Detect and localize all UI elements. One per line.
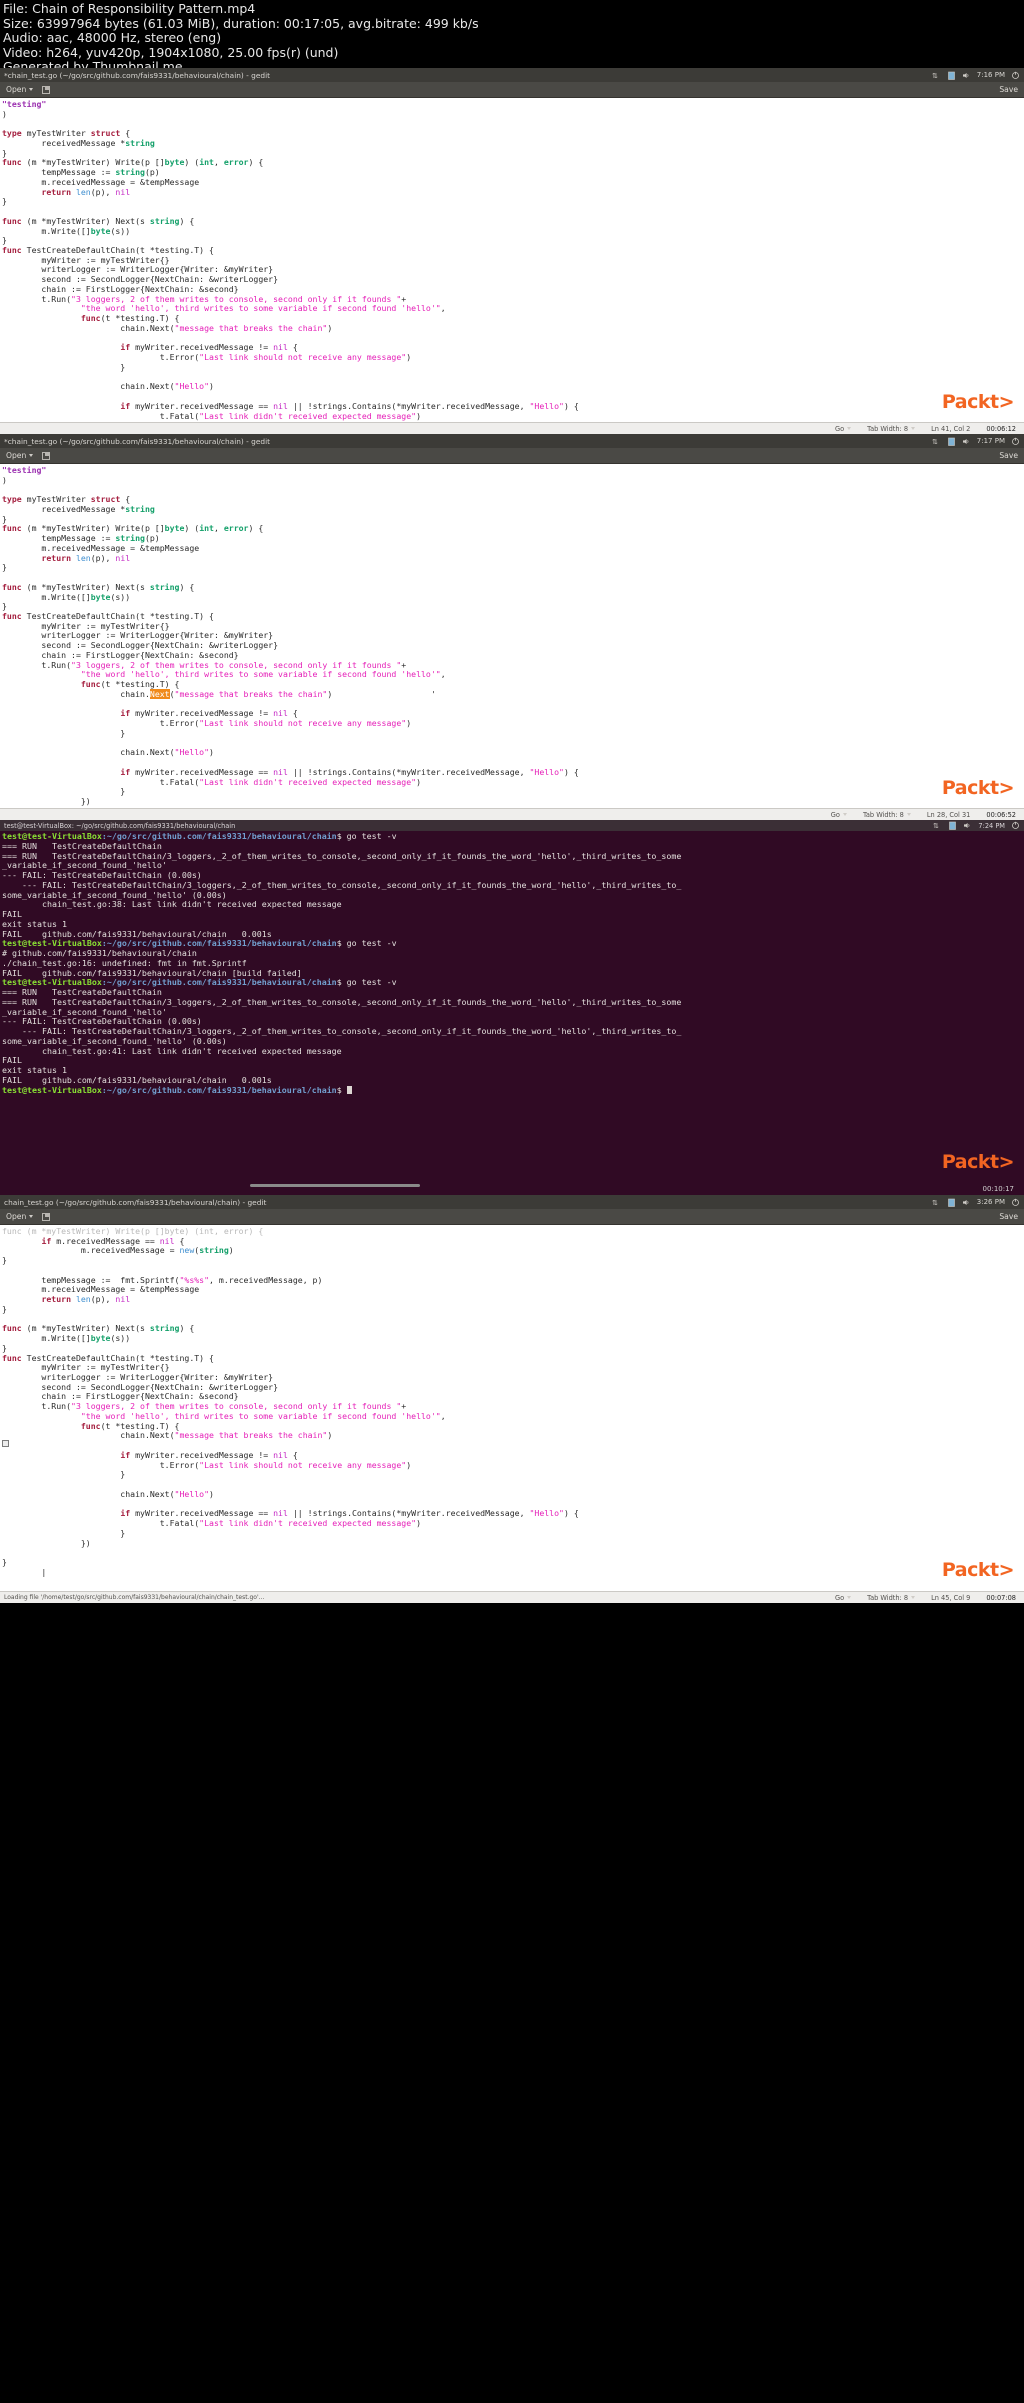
chevron-down-icon (847, 1596, 852, 1599)
video-progress-scrubber[interactable] (250, 1184, 420, 1187)
battery-icon[interactable] (947, 71, 956, 80)
volume-icon[interactable] (962, 437, 971, 446)
save-button-3[interactable]: Save (999, 1212, 1018, 1221)
statusbar-3: Loading file '/home/test/go/src/github.c… (0, 1591, 1024, 1603)
language-selector-3[interactable]: Go (835, 1594, 852, 1602)
battery-icon[interactable] (947, 437, 956, 446)
save-icon-2[interactable] (42, 451, 51, 460)
save-button-2[interactable]: Save (999, 451, 1018, 460)
save-icon-1[interactable] (42, 85, 51, 94)
svg-text:⇅: ⇅ (933, 823, 939, 830)
language-selector-1[interactable]: Go (835, 425, 852, 433)
clock-terminal: 7:24 PM (978, 821, 1005, 830)
volume-icon[interactable] (963, 821, 972, 830)
video-info-line-size: Size: 63997964 bytes (61.03 MiB), durati… (3, 15, 479, 31)
chevron-down-icon (842, 813, 847, 816)
chevron-down-icon (911, 1596, 916, 1599)
toolbar-2: Open Save (0, 448, 1024, 464)
window-title-2: *chain_test.go (~/go/src/github.com/fais… (4, 436, 271, 446)
svg-text:⇅: ⇅ (932, 73, 938, 80)
titlebar-3: chain_test.go (~/go/src/github.com/fais9… (0, 1195, 1024, 1209)
keyboard-indicator-icon[interactable]: ⇅ (932, 71, 941, 80)
svg-text:⇅: ⇅ (932, 1200, 938, 1207)
edit-marker-icon[interactable] (2, 1440, 9, 1447)
power-gear-icon[interactable] (1011, 71, 1020, 80)
titlebar-1: *chain_test.go (~/go/src/github.com/fais… (0, 68, 1024, 82)
save-icon-3[interactable] (42, 1212, 51, 1221)
clock-2: 7:17 PM (976, 437, 1005, 445)
terminal-window: test@test-VirtualBox: ~/go/src/github.co… (0, 820, 1024, 1195)
video-timestamp-3: 00:07:08 (986, 1593, 1016, 1602)
terminal-titlebar: test@test-VirtualBox: ~/go/src/github.co… (0, 820, 1024, 831)
keyboard-indicator-icon[interactable]: ⇅ (932, 437, 941, 446)
statusbar-2: Go Tab Width: 8 Ln 28, Col 31 00:06:52 (0, 808, 1024, 820)
packt-watermark-terminal: Packt> (941, 1151, 1015, 1173)
gedit-window-3: chain_test.go (~/go/src/github.com/fais9… (0, 1195, 1024, 1603)
gedit-window-1: *chain_test.go (~/go/src/github.com/fais… (0, 68, 1024, 451)
titlebar-2: *chain_test.go (~/go/src/github.com/fais… (0, 434, 1024, 448)
chevron-down-icon (29, 1215, 34, 1218)
video-info-line-video: Video: h264, yuv420p, 1904x1080, 25.00 f… (3, 44, 339, 60)
video-timestamp-2: 00:06:52 (986, 810, 1016, 819)
video-timestamp-1: 00:06:12 (986, 424, 1016, 433)
clock-3: 3:26 PM (976, 1198, 1005, 1206)
chevron-down-icon (906, 813, 911, 816)
volume-icon[interactable] (962, 1198, 971, 1207)
code-editor-1[interactable]: "testing" ) type myTestWriter struct { r… (0, 98, 1024, 451)
language-selector-2[interactable]: Go (831, 811, 847, 819)
open-button-1[interactable]: Open (6, 85, 34, 94)
battery-icon[interactable] (947, 1198, 956, 1207)
keyboard-indicator-icon[interactable]: ⇅ (932, 1198, 941, 1207)
window-title-3: chain_test.go (~/go/src/github.com/fais9… (4, 1197, 267, 1207)
save-button-1[interactable]: Save (999, 85, 1018, 94)
terminal-title: test@test-VirtualBox: ~/go/src/github.co… (4, 821, 236, 830)
video-info-header: File: Chain of Responsibility Pattern.mp… (0, 0, 1024, 74)
code-editor-3[interactable]: func (m *myTestWriter) Write(p []byte) (… (0, 1225, 1024, 1578)
battery-icon[interactable] (948, 821, 957, 830)
video-info-line-file: File: Chain of Responsibility Pattern.mp… (3, 1, 256, 16)
video-info-line-audio: Audio: aac, 48000 Hz, stereo (eng) (3, 30, 222, 46)
statusbar-1: Go Tab Width: 8 Ln 41, Col 2 00:06:12 (0, 422, 1024, 434)
cursor-position-1: Ln 41, Col 2 (931, 424, 971, 433)
code-editor-2[interactable]: "testing" ) type myTestWriter struct { r… (0, 464, 1024, 817)
power-gear-icon[interactable] (1011, 1198, 1020, 1207)
toolbar-3: Open Save (0, 1209, 1024, 1225)
window-title-1: *chain_test.go (~/go/src/github.com/fais… (4, 70, 271, 80)
cursor-position-2: Ln 28, Col 31 (926, 810, 971, 819)
chevron-down-icon (29, 88, 34, 91)
loading-status: Loading file '/home/test/go/src/github.c… (4, 1594, 265, 1601)
svg-text:⇅: ⇅ (932, 439, 938, 446)
cursor-position-3: Ln 45, Col 9 (931, 1593, 971, 1602)
chevron-down-icon (911, 427, 916, 430)
toolbar-1: Open Save (0, 82, 1024, 98)
video-timestamp-terminal: 00:10:17 (982, 1185, 1014, 1193)
tab-width-selector-3[interactable]: Tab Width: 8 (867, 1594, 916, 1602)
power-gear-icon[interactable] (1011, 437, 1020, 446)
open-button-2[interactable]: Open (6, 451, 34, 460)
tab-width-selector-2[interactable]: Tab Width: 8 (863, 811, 911, 819)
open-button-3[interactable]: Open (6, 1212, 34, 1221)
clock-1: 7:16 PM (976, 71, 1005, 79)
keyboard-indicator-icon[interactable]: ⇅ (933, 821, 942, 830)
tab-width-selector-1[interactable]: Tab Width: 8 (867, 425, 916, 433)
chevron-down-icon (847, 427, 852, 430)
chevron-down-icon (29, 454, 34, 457)
terminal-output[interactable]: test@test-VirtualBox:~/go/src/github.com… (0, 831, 1024, 1096)
gedit-window-2: *chain_test.go (~/go/src/github.com/fais… (0, 434, 1024, 820)
power-gear-icon[interactable] (1011, 821, 1020, 830)
volume-icon[interactable] (962, 71, 971, 80)
